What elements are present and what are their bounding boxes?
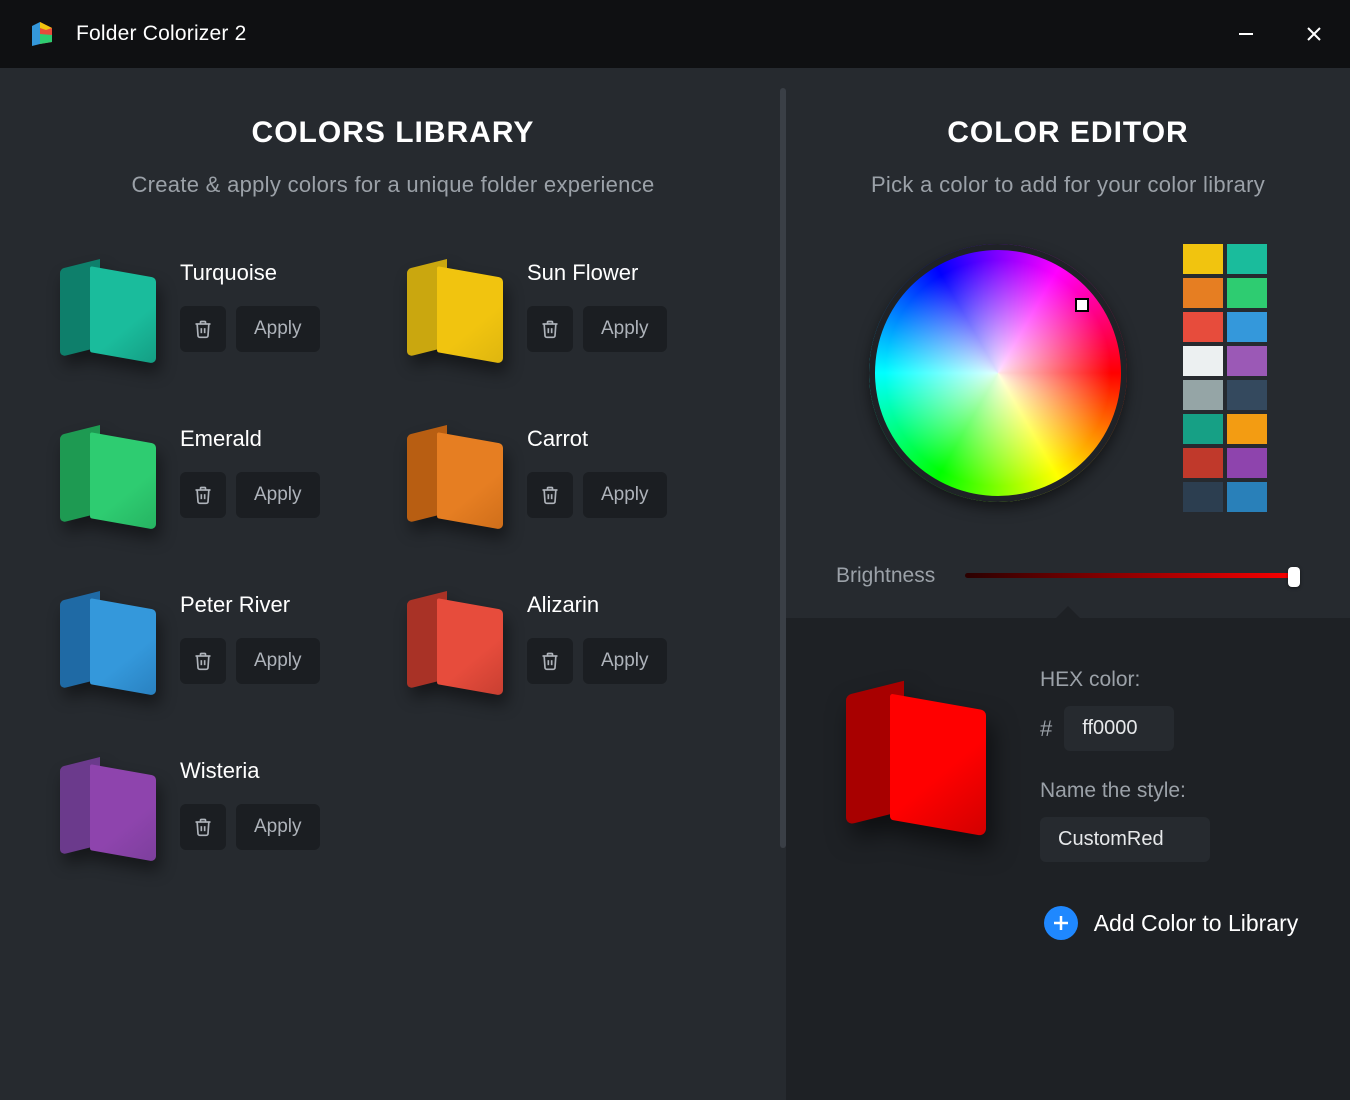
apply-button[interactable]: Apply [583, 638, 667, 684]
minimize-button[interactable] [1234, 22, 1258, 46]
swatch[interactable] [1183, 380, 1223, 410]
folder-icon [407, 254, 503, 364]
delete-button[interactable] [527, 472, 573, 518]
delete-button[interactable] [180, 804, 226, 850]
swatch[interactable] [1183, 278, 1223, 308]
add-color-label: Add Color to Library [1094, 910, 1299, 937]
delete-button[interactable] [527, 638, 573, 684]
apply-button[interactable]: Apply [583, 306, 667, 352]
library-item: Wisteria Apply [60, 752, 379, 862]
hex-hash: # [1040, 716, 1052, 742]
swatch[interactable] [1183, 312, 1223, 342]
delete-button[interactable] [180, 306, 226, 352]
window-controls [1234, 22, 1326, 46]
library-item-name: Carrot [527, 426, 667, 452]
swatch[interactable] [1227, 346, 1267, 376]
editor-preview-panel: HEX color: # Name the style: Add Color t… [786, 618, 1350, 1100]
preset-swatches [1183, 244, 1267, 512]
swatch[interactable] [1183, 448, 1223, 478]
library-subheading: Create & apply colors for a unique folde… [60, 172, 726, 198]
library-item-name: Emerald [180, 426, 320, 452]
library-item: Alizarin Apply [407, 586, 726, 696]
content-area: COLORS LIBRARY Create & apply colors for… [0, 68, 1350, 1100]
editor-subheading: Pick a color to add for your color libra… [826, 172, 1310, 198]
apply-button[interactable]: Apply [236, 804, 320, 850]
folder-icon [60, 586, 156, 696]
library-item: Turquoise Apply [60, 254, 379, 364]
swatch[interactable] [1227, 244, 1267, 274]
library-item-name: Turquoise [180, 260, 320, 286]
apply-button[interactable]: Apply [236, 306, 320, 352]
brightness-slider[interactable] [965, 567, 1300, 585]
apply-button[interactable]: Apply [236, 638, 320, 684]
delete-button[interactable] [180, 638, 226, 684]
app-logo-icon [28, 20, 56, 48]
swatch[interactable] [1227, 482, 1267, 512]
swatch[interactable] [1183, 414, 1223, 444]
color-wheel-wrap [869, 244, 1127, 502]
close-button[interactable] [1302, 22, 1326, 46]
library-grid: Turquoise Apply Sun Flower Apply Emerald Appl… [60, 254, 726, 862]
color-wheel-cursor[interactable] [1075, 298, 1089, 312]
style-name-input[interactable] [1040, 817, 1210, 862]
folder-icon [407, 586, 503, 696]
swatch[interactable] [1227, 312, 1267, 342]
library-item: Sun Flower Apply [407, 254, 726, 364]
swatch[interactable] [1183, 244, 1223, 274]
library-item: Emerald Apply [60, 420, 379, 530]
library-heading: COLORS LIBRARY [60, 116, 726, 150]
library-item-name: Wisteria [180, 758, 320, 784]
editor-form: HEX color: # Name the style: Add Color t… [1040, 668, 1302, 940]
editor-top: COLOR EDITOR Pick a color to add for you… [786, 68, 1350, 618]
delete-button[interactable] [180, 472, 226, 518]
title-bar: Folder Colorizer 2 [0, 0, 1350, 68]
folder-icon [60, 752, 156, 862]
preview-folder-icon [846, 674, 986, 834]
swatch[interactable] [1227, 414, 1267, 444]
apply-button[interactable]: Apply [583, 472, 667, 518]
app-window: Folder Colorizer 2 COLORS LIBRARY Create… [0, 0, 1350, 1100]
color-wheel[interactable] [869, 244, 1127, 502]
swatch[interactable] [1183, 482, 1223, 512]
delete-button[interactable] [527, 306, 573, 352]
library-item-name: Peter River [180, 592, 320, 618]
brightness-row: Brightness [826, 564, 1310, 588]
brightness-label: Brightness [836, 564, 935, 588]
plus-icon [1044, 906, 1078, 940]
swatch[interactable] [1227, 380, 1267, 410]
brightness-track [965, 573, 1300, 578]
swatch[interactable] [1227, 278, 1267, 308]
name-label: Name the style: [1040, 779, 1302, 803]
add-color-button[interactable]: Add Color to Library [1040, 906, 1302, 940]
hex-input[interactable] [1064, 706, 1174, 751]
color-editor-pane: COLOR EDITOR Pick a color to add for you… [786, 68, 1350, 1100]
app-title: Folder Colorizer 2 [76, 22, 1234, 46]
swatch[interactable] [1227, 448, 1267, 478]
library-item: Carrot Apply [407, 420, 726, 530]
library-item-name: Sun Flower [527, 260, 667, 286]
library-item-name: Alizarin [527, 592, 667, 618]
library-item: Peter River Apply [60, 586, 379, 696]
colors-library-pane: COLORS LIBRARY Create & apply colors for… [0, 68, 786, 1100]
folder-icon [60, 420, 156, 530]
wheel-and-swatches [826, 244, 1310, 512]
folder-icon [407, 420, 503, 530]
apply-button[interactable]: Apply [236, 472, 320, 518]
folder-icon [60, 254, 156, 364]
editor-heading: COLOR EDITOR [826, 116, 1310, 150]
hex-label: HEX color: [1040, 668, 1302, 692]
swatch[interactable] [1183, 346, 1223, 376]
brightness-thumb[interactable] [1288, 567, 1300, 587]
